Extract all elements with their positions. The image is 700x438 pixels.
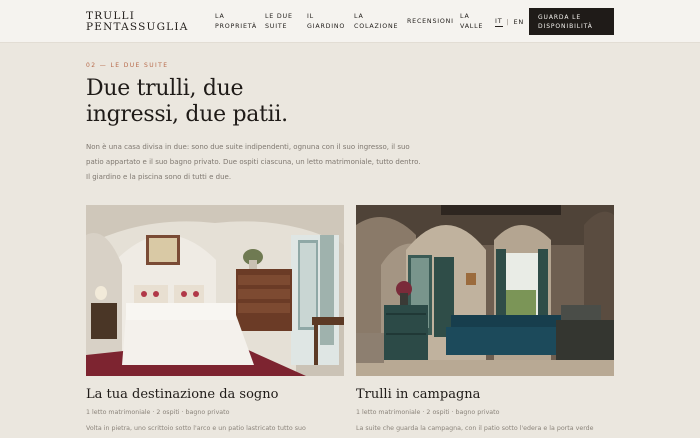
intro-line-1: Non è una casa divisa in due: sono due s…: [86, 143, 410, 151]
availability-button[interactable]: Guarda le disponibilità: [529, 8, 614, 35]
language-switcher: IT | EN: [495, 17, 524, 27]
countryside-illustration: [356, 205, 614, 376]
suite-card[interactable]: Trulli in campagna 1 letto matrimoniale …: [356, 205, 614, 432]
nav-la-colazione[interactable]: La colazione: [354, 12, 407, 32]
section-intro: Non è una casa divisa in due: sono due s…: [86, 140, 426, 185]
site-header: TRULLI PENTASSUGLIA La proprietà Le due …: [0, 0, 700, 43]
headline-line-1: Due trulli, due: [86, 76, 244, 101]
section-eyebrow: 02 — Le due suite: [86, 62, 169, 69]
suite-photo-countryside[interactable]: [356, 205, 614, 376]
suite-description: Volta in pietra, uno scrittoio sotto l'a…: [86, 425, 306, 432]
section-headline: Due trulli, due ingressi, due patii.: [86, 76, 446, 128]
suite-photo-bedroom[interactable]: [86, 205, 344, 376]
suite-meta: 1 letto matrimoniale · 2 ospiti · bagno …: [356, 409, 500, 416]
suite-meta: 1 letto matrimoniale · 2 ospiti · bagno …: [86, 409, 230, 416]
nav-la-proprieta[interactable]: La proprietà: [215, 12, 265, 32]
suite-title[interactable]: La tua destinazione da sogno: [86, 387, 278, 402]
main-nav: La proprietà Le due suite Il giardino La…: [215, 12, 490, 32]
intro-line-2: patio appartato e il suo bagno privato. …: [86, 158, 421, 166]
intro-line-3: Il giardino e la piscina sono di tutti e…: [86, 173, 232, 181]
brand-line-2: PENTASSUGLIA: [86, 21, 189, 33]
bedroom-illustration: [86, 205, 344, 376]
suite-title[interactable]: Trulli in campagna: [356, 387, 480, 402]
lang-separator: |: [506, 18, 510, 26]
headline-line-2: ingressi, due patii.: [86, 102, 288, 127]
nav-recensioni[interactable]: Recensioni: [407, 12, 460, 27]
nav-le-due-suite[interactable]: Le due suite: [265, 12, 307, 32]
brand-logo[interactable]: TRULLI PENTASSUGLIA: [86, 11, 188, 33]
suite-description: La suite che guarda la campagna, con il …: [356, 425, 594, 432]
nav-il-giardino[interactable]: Il giardino: [307, 12, 354, 32]
nav-la-valle[interactable]: La valle: [460, 12, 490, 32]
lang-en[interactable]: EN: [514, 18, 525, 26]
suite-card[interactable]: La tua destinazione da sogno 1 letto mat…: [86, 205, 344, 432]
lang-it[interactable]: IT: [495, 17, 503, 27]
